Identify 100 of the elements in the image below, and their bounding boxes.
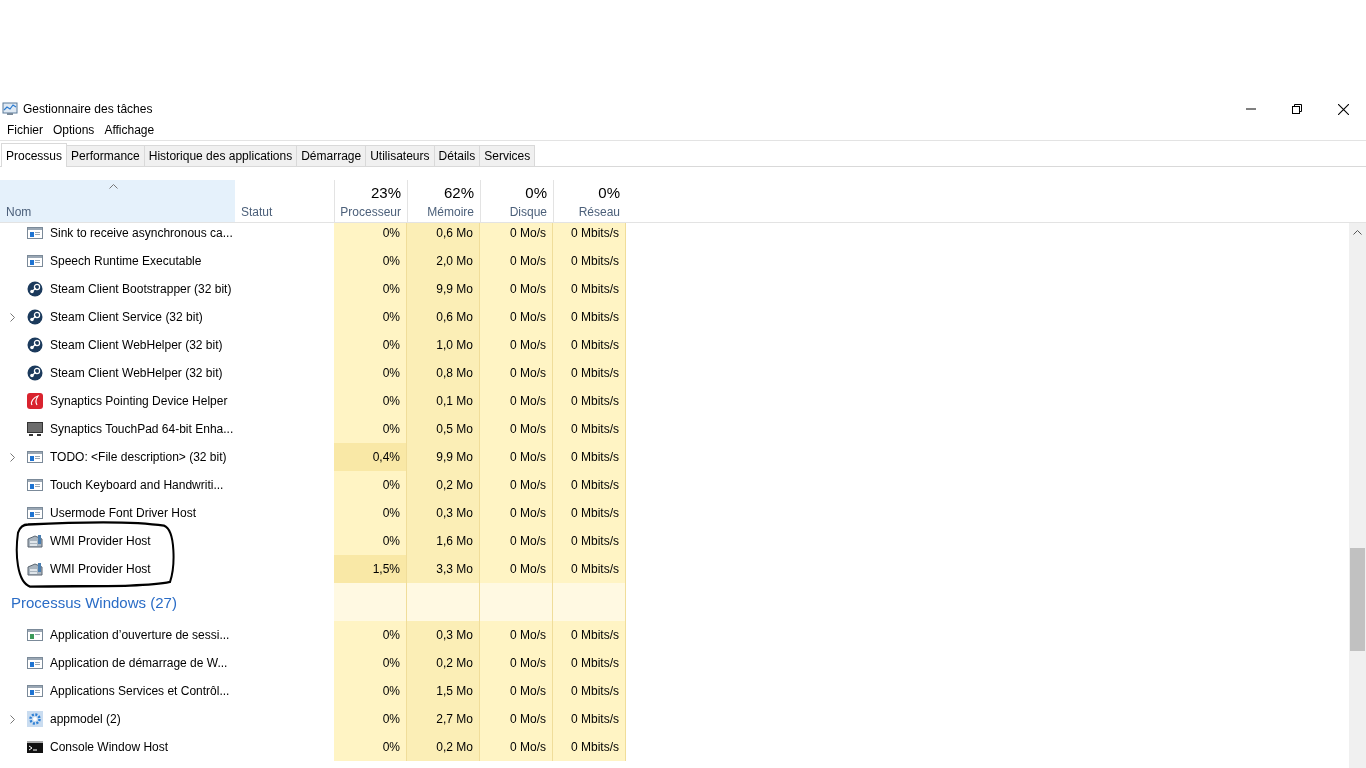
process-name[interactable]: Steam Client WebHelper (32 bit) [50,338,223,352]
column-header[interactable]: 0% Disque [480,180,553,222]
process-name[interactable]: WMI Provider Host [50,562,151,576]
task-manager-icon [2,101,18,117]
process-row[interactable]: Steam Client WebHelper (32 bit) 0% 0,8 Mo 0 Mo/s 0 Mbits/s [0,359,1349,387]
process-row[interactable]: Applications Services et Contrôl... 0% 1,5 Mo 0 Mo/s 0 Mbits/s [0,677,1349,705]
window-icon [27,655,43,671]
process-row[interactable]: Steam Client Service (32 bit) 0% 0,6 Mo 0 Mo/s 0 Mbits/s [0,303,1349,331]
process-row[interactable]: Usermode Font Driver Host 0% 0,3 Mo 0 Mo/s 0 Mbits/s [0,499,1349,527]
column-header[interactable]: 62% Mémoire [407,180,480,222]
process-row[interactable]: Application de démarrage de W... 0% 0,2 Mo 0 Mo/s 0 Mbits/s [0,649,1349,677]
close-icon [1337,103,1349,115]
process-name[interactable]: Applications Services et Contrôl... [50,684,230,698]
tab[interactable]: Services [479,145,536,166]
steam-logo-icon [27,337,43,353]
table-cell: 0 Mbits/s [553,621,626,649]
table-cell: 0 Mbits/s [553,247,626,275]
table-cell: 0,3 Mo [407,499,480,527]
table-cell: 0% [334,247,407,275]
table-cell: 1,0 Mo [407,331,480,359]
expand-chevron-icon[interactable] [10,452,15,462]
process-name[interactable]: Usermode Font Driver Host [50,506,197,520]
process-name[interactable]: Sink to receive asynchronous ca... [50,226,233,240]
tab[interactable]: Démarrage [296,145,367,166]
process-row[interactable]: Speech Runtime Executable 0% 2,0 Mo 0 Mo/s 0 Mbits/s [0,247,1349,275]
table-cell: 0 Mbits/s [553,303,626,331]
scrollbar-thumb[interactable] [1350,548,1365,651]
table-cell: 0 Mbits/s [553,471,626,499]
table-cell: 0,2 Mo [407,471,480,499]
column-header[interactable]: 23% Processeur [334,180,407,222]
process-name[interactable]: Speech Runtime Executable [50,254,202,268]
process-name[interactable]: Synaptics TouchPad 64-bit Enha... [50,422,234,436]
tab[interactable]: Détails [433,145,481,166]
process-row[interactable]: WMI Provider Host 1,5% 3,3 Mo 0 Mo/s 0 Mbits/s [0,555,1349,583]
tab[interactable]: Performance [66,145,145,166]
menu-item[interactable]: Options [48,123,100,137]
server-icon [27,561,43,577]
process-row[interactable]: Steam Client Bootstrapper (32 bit) 0% 9,9 Mo 0 Mo/s 0 Mbits/s [0,275,1349,303]
table-cell: 0 Mbits/s [553,415,626,443]
table-cell: 0% [334,499,407,527]
table-cell: 2,7 Mo [407,705,480,733]
process-name[interactable]: Steam Client Bootstrapper (32 bit) [50,282,232,296]
window-icon [27,253,43,269]
monitor-icon [27,421,43,437]
window-icon [27,477,43,493]
process-row[interactable]: Application d’ouverture de sessi... 0% 0,3 Mo 0 Mo/s 0 Mbits/s [0,621,1349,649]
table-cell: 0,4% [334,443,407,471]
process-name[interactable]: Steam Client Service (32 bit) [50,310,203,324]
synaptics-logo-icon [27,393,43,409]
tab[interactable]: Processus [1,143,68,167]
process-row[interactable]: Synaptics Pointing Device Helper 0% 0,1 Mo 0 Mo/s 0 Mbits/s [0,387,1349,415]
column-header[interactable]: Nom [0,180,235,222]
process-row[interactable]: Synaptics TouchPad 64-bit Enha... 0% 0,5 Mo 0 Mo/s 0 Mbits/s [0,415,1349,443]
process-name[interactable]: Touch Keyboard and Handwriti... [50,478,224,492]
process-row[interactable]: WMI Provider Host 0% 1,6 Mo 0 Mo/s 0 Mbits/s [0,527,1349,555]
process-row[interactable]: Console Window Host 0% 0,2 Mo 0 Mo/s 0 Mbits/s [0,733,1349,761]
process-name[interactable]: appmodel (2) [50,712,121,726]
table-cell: 0 Mo/s [480,303,553,331]
process-name[interactable]: Console Window Host [50,740,169,754]
table-cell: 0 Mbits/s [553,527,626,555]
process-name[interactable]: Application de démarrage de W... [50,656,228,670]
process-row[interactable]: Touch Keyboard and Handwriti... 0% 0,2 Mo 0 Mo/s 0 Mbits/s [0,471,1349,499]
table-cell: 0 Mbits/s [553,275,626,303]
tab[interactable]: Utilisateurs [365,145,435,166]
scroll-up-icon[interactable] [1353,230,1362,235]
process-row[interactable]: TODO: <File description> (32 bit) 0,4% 9,9 Mo 0 Mo/s 0 Mbits/s [0,443,1349,471]
console-icon [27,739,43,755]
table-cell: 0,6 Mo [407,303,480,331]
group-heading: Processus Windows (27) [10,593,177,611]
table-cell: 0% [334,359,407,387]
table-cell: 0 Mbits/s [553,733,626,761]
process-row[interactable]: Steam Client WebHelper (32 bit) 0% 1,0 Mo 0 Mo/s 0 Mbits/s [0,331,1349,359]
process-name[interactable]: TODO: <File description> (32 bit) [50,450,227,464]
table-cell: 0,3 Mo [407,621,480,649]
table-cell: 0 Mbits/s [553,223,626,247]
table-cell: 2,0 Mo [407,247,480,275]
menu-item[interactable]: Fichier [2,123,48,137]
expand-chevron-icon[interactable] [10,312,15,322]
process-row[interactable]: appmodel (2) 0% 2,7 Mo 0 Mo/s 0 Mbits/s [0,705,1349,733]
table-cell: 0 Mo/s [480,275,553,303]
process-name[interactable]: Synaptics Pointing Device Helper [50,394,228,408]
tab[interactable]: Historique des applications [143,145,298,166]
process-name[interactable]: Application d’ouverture de sessi... [50,628,230,642]
table-cell: 0 Mo/s [480,247,553,275]
process-name[interactable]: Steam Client WebHelper (32 bit) [50,366,223,380]
scrollbar[interactable] [1349,223,1366,768]
table-cell: 9,9 Mo [407,443,480,471]
column-header[interactable]: Statut [235,180,334,222]
column-header[interactable]: 0% Réseau [553,180,626,222]
process-row[interactable]: Sink to receive asynchronous ca... 0% 0,6 Mo 0 Mo/s 0 Mbits/s [0,223,1349,247]
process-name[interactable]: WMI Provider Host [50,534,151,548]
table-cell: 0 Mbits/s [553,705,626,733]
table-cell: 1,5% [334,555,407,583]
expand-chevron-icon[interactable] [10,714,15,724]
menu-item[interactable]: Affichage [99,123,160,137]
table-cell: 9,9 Mo [407,275,480,303]
table-cell: 0 Mo/s [480,649,553,677]
table-cell: 0 Mo/s [480,359,553,387]
table-cell: 0% [334,649,407,677]
table-cell: 0 Mbits/s [553,443,626,471]
